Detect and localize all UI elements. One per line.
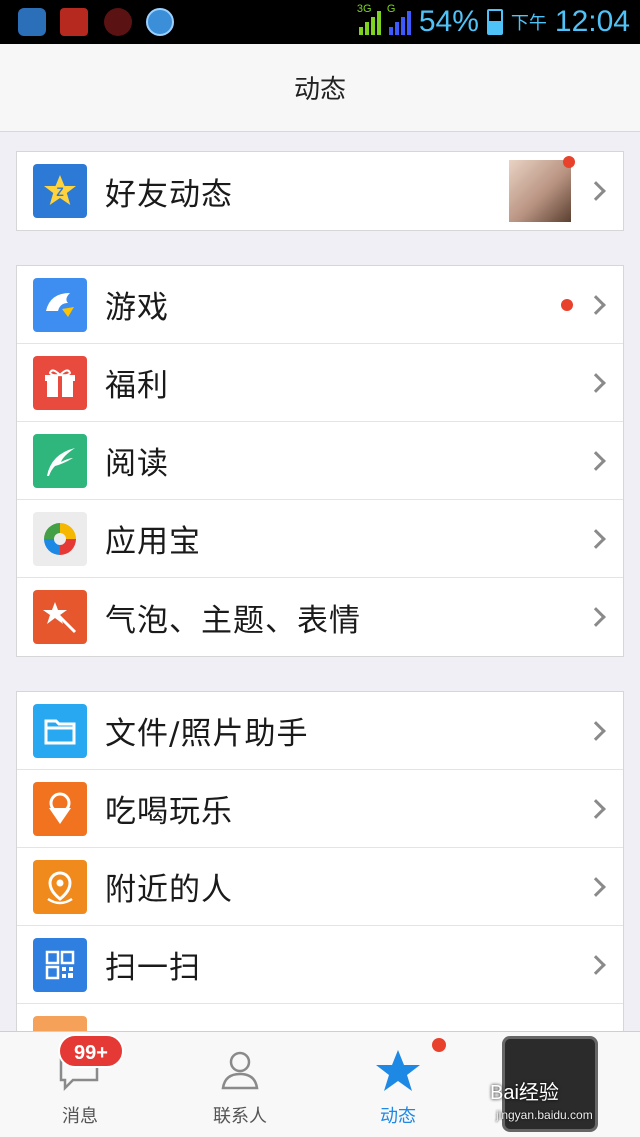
location-pin-icon	[33, 859, 87, 914]
app-store-icon	[33, 511, 87, 566]
unread-dot	[561, 298, 573, 311]
menu-item-scan[interactable]: 扫一扫	[17, 926, 623, 1004]
menu-item-file-photo-assistant[interactable]: 文件/照片助手	[17, 692, 623, 770]
menu-item-label: 阅读	[105, 446, 169, 482]
gift-icon	[33, 355, 87, 410]
tab-messages[interactable]: 99+ 消息	[0, 1032, 160, 1137]
event-icon	[33, 1016, 87, 1031]
menu-item-label: 福利	[105, 368, 169, 404]
unread-dot	[432, 1038, 446, 1052]
menu-item-label: 应用宝	[105, 524, 201, 560]
menu-item-friend-feed[interactable]: Z 好友动态	[17, 152, 623, 230]
unread-dot	[563, 156, 575, 168]
person-icon	[217, 1048, 263, 1096]
menu-item-label: 好友动态	[105, 176, 233, 213]
menu-item-label: 文件/照片助手	[105, 716, 309, 752]
menu-item-bubble-theme-emoji[interactable]: 气泡、主题、表情	[17, 578, 623, 656]
svg-text:Z: Z	[56, 185, 63, 199]
menu-item-app-store[interactable]: 应用宝	[17, 500, 623, 578]
watermark: Bai经验 jingyan.baidu.com	[490, 1036, 640, 1137]
ice-cream-icon	[33, 781, 87, 836]
chevron-right-icon	[586, 954, 606, 975]
tab-contacts[interactable]: 联系人	[160, 1032, 320, 1137]
chevron-right-icon	[586, 528, 606, 549]
menu-item-label: 扫一扫	[105, 950, 201, 986]
qzone-star-icon: Z	[33, 164, 87, 218]
alarm-notification-icon	[104, 8, 132, 36]
game-notification-icon	[60, 8, 88, 36]
star-icon	[374, 1048, 422, 1098]
chevron-right-icon	[586, 450, 606, 471]
chevron-right-icon	[586, 607, 606, 627]
menu-item-reading[interactable]: 阅读	[17, 422, 623, 500]
group-tools: 文件/照片助手 吃喝玩乐 附近的人 扫一扫	[16, 691, 624, 1031]
tab-label: 消息	[62, 1106, 98, 1127]
signal-g-icon: G	[387, 3, 411, 35]
menu-item-benefits[interactable]: 福利	[17, 344, 623, 422]
group-services: 游戏 福利 阅读 应用宝 气泡、主题、表情	[16, 265, 624, 657]
page-title: 动态	[293, 75, 346, 105]
group-friends: Z 好友动态	[16, 151, 624, 231]
menu-item-games[interactable]: 游戏	[17, 266, 623, 344]
status-bar: 3G G 54% 下午 12:04	[0, 0, 640, 44]
clock: 12:04	[554, 5, 630, 38]
menu-item-label: 气泡、主题、表情	[105, 602, 361, 639]
clock-ampm: 下午	[510, 13, 547, 34]
feather-icon	[33, 433, 87, 488]
battery-percent: 54%	[418, 5, 479, 38]
menu-item-label: 游戏	[105, 290, 169, 326]
app-notification-icon	[18, 8, 46, 36]
menu-item-nearby-people[interactable]: 附近的人	[17, 848, 623, 926]
watermark-text: Bai经验	[490, 1082, 559, 1104]
battery-icon	[486, 9, 503, 35]
menu-item-label: 吃喝玩乐	[105, 794, 233, 830]
chevron-right-icon	[586, 720, 606, 741]
folder-icon	[33, 703, 87, 758]
game-shark-icon	[33, 277, 87, 332]
header: 动态	[0, 44, 640, 132]
tab-label: 联系人	[213, 1106, 267, 1127]
magic-wand-icon	[33, 590, 87, 644]
qr-code-icon	[33, 937, 87, 992]
watermark-url: jingyan.baidu.com	[496, 1108, 593, 1122]
chevron-right-icon	[586, 181, 606, 201]
chevron-right-icon	[586, 876, 606, 897]
signal-3g-icon: 3G	[357, 3, 381, 35]
unread-count-badge: 99+	[58, 1034, 124, 1068]
menu-item-partial-hidden[interactable]	[17, 1004, 623, 1031]
chevron-right-icon	[586, 798, 606, 819]
menu-item-food-fun[interactable]: 吃喝玩乐	[17, 770, 623, 848]
menu-item-label: 附近的人	[105, 872, 233, 908]
tab-label: 动态	[380, 1106, 416, 1127]
friend-avatar	[509, 160, 571, 222]
k-app-notification-icon	[146, 8, 174, 36]
chevron-right-icon	[586, 294, 606, 315]
tab-feed[interactable]: 动态	[318, 1032, 478, 1137]
chevron-right-icon	[586, 372, 606, 393]
